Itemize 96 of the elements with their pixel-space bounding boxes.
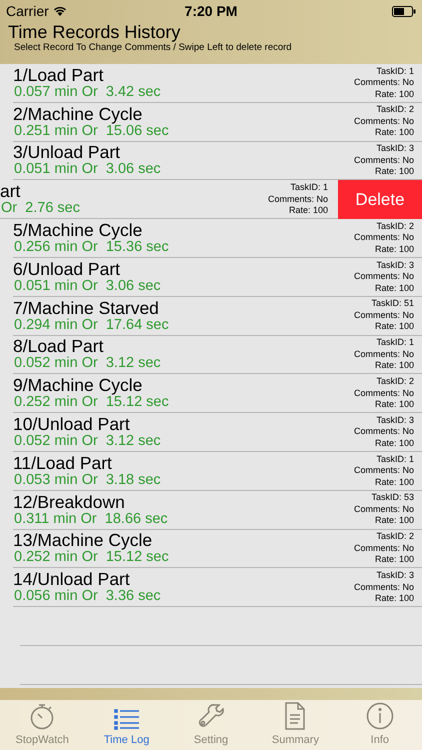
record-duration: 0.051 min Or 3.06 sec — [13, 162, 161, 178]
record-title: 10/Unload Part — [13, 415, 131, 434]
record-title: 8/Load Part — [13, 337, 104, 356]
rate-value: Rate: 100 — [374, 88, 414, 100]
record-title: 13/Machine Cycle — [13, 531, 154, 550]
record-title: 6/Unload Part — [13, 260, 122, 279]
record-title: 3/Unload Part — [13, 143, 122, 162]
record-row[interactable]: 11/Load Part 0.053 min Or 3.18 sec TaskID: 1 Comments: No Rate: 100 — [13, 452, 422, 491]
record-row[interactable]: art Or 2.76 sec TaskID: 1 Comments: No Rate: 100 — [0, 180, 338, 220]
comments-status: Comments: No — [354, 542, 414, 554]
record-title: 5/Machine Cycle — [13, 221, 144, 240]
task-id: TaskID: 3 — [376, 570, 414, 582]
task-id: TaskID: 3 — [376, 143, 414, 155]
comments-status: Comments: No — [354, 388, 414, 400]
task-id: TaskID: 2 — [376, 220, 414, 232]
record-row[interactable]: 14/Unload Part 0.056 min Or 3.36 sec TaskID: 3 Comments: No Rate: 100 — [13, 568, 422, 608]
record-duration: 0.051 min Or 3.06 sec — [13, 278, 161, 294]
delete-button[interactable]: Delete — [338, 180, 422, 220]
wrench-icon — [197, 702, 226, 730]
record-row[interactable]: 5/Machine Cycle 0.256 min Or 15.36 sec TaskID: 2 Comments: No Rate: 100 — [13, 219, 422, 258]
rate-value: Rate: 100 — [374, 399, 414, 411]
record-duration: 0.251 min Or 15.06 sec — [13, 124, 169, 139]
record-row[interactable]: 8/Load Part 0.052 min Or 3.12 sec TaskID: 1 Comments: No Rate: 100 — [13, 336, 422, 374]
record-duration: 0.294 min Or 17.64 sec — [13, 318, 169, 333]
record-title: 7/Machine Starved — [13, 298, 160, 318]
rate-value: Rate: 100 — [374, 321, 414, 333]
record-title: art — [0, 182, 22, 202]
record-duration: 0.311 min Or 18.66 sec — [13, 512, 168, 527]
task-id: TaskID: 1 — [376, 454, 414, 466]
rate-value: Rate: 100 — [374, 593, 414, 604]
comments-status: Comments: No — [354, 310, 414, 322]
task-id: TaskID: 2 — [376, 376, 414, 388]
rate-value: Rate: 100 — [374, 244, 414, 256]
comments-status: Comments: No — [354, 582, 414, 593]
task-id: TaskID: 53 — [371, 492, 414, 504]
record-title: 1/Load Part — [13, 66, 104, 85]
rate-value: Rate: 100 — [374, 360, 414, 372]
stopwatch-icon — [29, 702, 56, 730]
record-title: 12/Breakdown — [13, 492, 126, 512]
task-id: TaskID: 3 — [376, 260, 414, 272]
rate-value: Rate: 100 — [374, 554, 414, 566]
record-row[interactable]: 1/Load Part 0.057 min Or 3.42 sec TaskID: 1 Comments: No Rate: 100 — [13, 64, 422, 103]
document-icon — [284, 702, 306, 730]
comments-status: Comments: No — [354, 232, 414, 244]
list-icon — [114, 708, 140, 730]
record-duration: 0.052 min Or 3.12 sec — [13, 356, 161, 372]
comments-status: Comments: No — [354, 154, 414, 166]
page-title: Time Records History — [8, 22, 182, 42]
record-row[interactable]: 13/Machine Cycle 0.252 min Or 15.12 sec TaskID: 2 Comments: No Rate: 100 — [13, 530, 422, 568]
task-id: TaskID: 1 — [376, 337, 414, 349]
record-title: 9/Machine Cycle — [13, 376, 144, 396]
rate-value: Rate: 100 — [374, 166, 414, 178]
task-id: TaskID: 1 — [290, 182, 328, 194]
comments-status: Comments: No — [354, 348, 414, 360]
task-id: TaskID: 2 — [376, 104, 414, 116]
record-duration: Or 2.76 sec — [0, 201, 80, 216]
record-title: 2/Machine Cycle — [13, 104, 144, 124]
record-duration: 0.052 min Or 3.12 sec — [13, 434, 161, 450]
task-id: TaskID: 2 — [376, 531, 414, 543]
info-icon — [366, 702, 394, 730]
record-duration: 0.056 min Or 3.36 sec — [13, 589, 161, 604]
record-duration: 0.252 min Or 15.12 sec — [13, 550, 169, 566]
record-duration: 0.057 min Or 3.42 sec — [13, 84, 161, 100]
comments-status: Comments: No — [354, 426, 414, 438]
record-duration: 0.053 min Or 3.18 sec — [13, 472, 161, 488]
battery-icon — [392, 6, 416, 16]
comments-status: Comments: No — [354, 271, 414, 283]
record-row[interactable]: 12/Breakdown 0.311 min Or 18.66 sec TaskID: 53 Comments: No Rate: 100 — [13, 490, 422, 530]
record-duration: 0.252 min Or 15.12 sec — [13, 395, 169, 410]
task-id: TaskID: 51 — [371, 298, 414, 310]
rate-value: Rate: 100 — [374, 127, 414, 139]
page-subtitle: Select Record To Change Comments / Swipe Left to delete record — [13, 42, 293, 53]
rate-value: Rate: 100 — [374, 476, 414, 488]
comments-status: Comments: No — [354, 465, 414, 477]
record-row[interactable]: 2/Machine Cycle 0.251 min Or 15.06 sec TaskID: 2 Comments: No Rate: 100 — [13, 102, 422, 142]
tab-item[interactable]: Time Log — [84, 700, 169, 750]
rate-value: Rate: 100 — [374, 438, 414, 450]
record-duration: 0.256 min Or 15.36 sec — [13, 240, 169, 256]
record-row[interactable]: 6/Unload Part 0.051 min Or 3.06 sec TaskID: 3 Comments: No Rate: 100 — [13, 258, 422, 297]
wifi-icon — [52, 6, 67, 16]
record-row[interactable]: 7/Machine Starved 0.294 min Or 17.64 sec TaskID: 51 Comments: No Rate: 100 — [13, 296, 422, 336]
record-row[interactable]: 10/Unload Part 0.052 min Or 3.12 sec TaskID: 3 Comments: No Rate: 100 — [13, 413, 422, 452]
rate-value: Rate: 100 — [374, 282, 414, 294]
task-id: TaskID: 1 — [376, 66, 414, 78]
comments-status: Comments: No — [354, 116, 414, 128]
rate-value: Rate: 100 — [374, 515, 414, 527]
task-id: TaskID: 3 — [376, 414, 414, 426]
record-title: 14/Unload Part — [13, 570, 131, 590]
comments-status: Comments: No — [354, 504, 414, 516]
record-row[interactable]: 9/Machine Cycle 0.252 min Or 15.12 sec TaskID: 2 Comments: No Rate: 100 — [13, 374, 422, 414]
clock-label: 7:20 PM — [184, 2, 238, 20]
rate-value: Rate: 100 — [288, 205, 328, 217]
comments-status: Comments: No — [268, 194, 328, 206]
carrier-label: Carrier — [6, 2, 49, 20]
record-title: 11/Load Part — [13, 454, 113, 473]
comments-status: Comments: No — [354, 77, 414, 89]
